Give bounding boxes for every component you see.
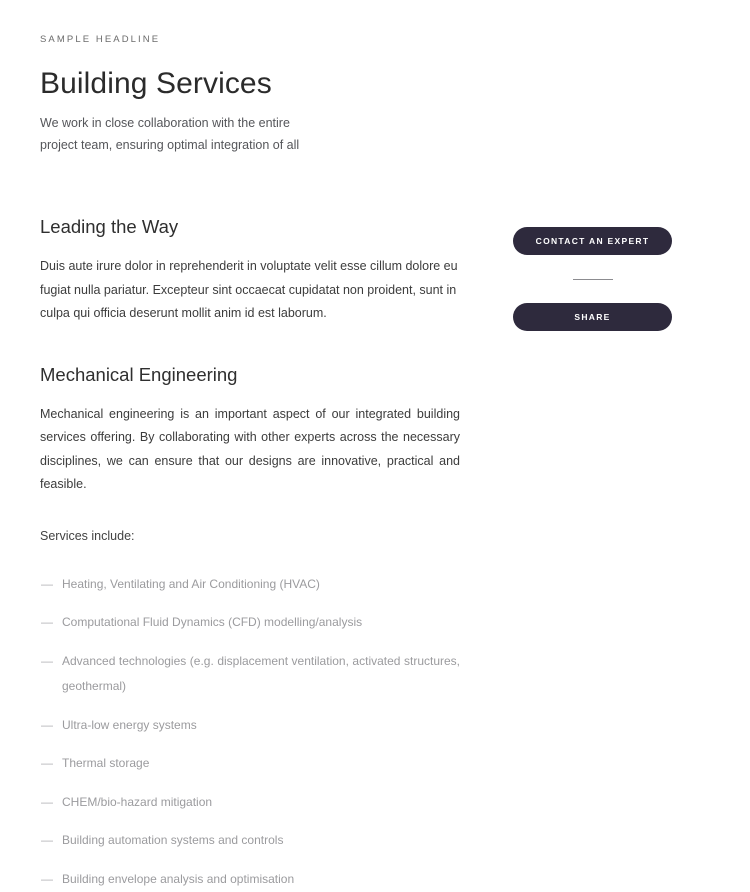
em-dash-icon: — [41, 751, 53, 777]
eyebrow-label: SAMPLE HEADLINE [40, 33, 460, 47]
em-dash-icon: — [41, 828, 53, 854]
em-dash-icon: — [41, 610, 53, 636]
em-dash-icon: — [41, 713, 53, 739]
section-paragraph-leading-the-way: Duis aute irure dolor in reprehenderit i… [40, 255, 460, 326]
services-intro-label: Services include: [40, 526, 460, 546]
main-content-column: SAMPLE HEADLINE Building Services We wor… [40, 0, 460, 892]
list-item: — CHEM/bio-hazard mitigation [40, 790, 460, 816]
list-item-label: Heating, Ventilating and Air Conditionin… [62, 577, 320, 591]
action-divider [573, 279, 613, 280]
services-list: — Heating, Ventilating and Air Conditioni… [40, 572, 460, 892]
em-dash-icon: — [41, 790, 53, 816]
section-paragraph-mechanical-engineering: Mechanical engineering is an important a… [40, 403, 460, 497]
list-item-label: Building automation systems and controls [62, 833, 283, 847]
list-item-label: Ultra-low energy systems [62, 718, 197, 732]
list-item: — Thermal storage [40, 751, 460, 777]
section-heading-mechanical-engineering: Mechanical Engineering [40, 362, 460, 388]
em-dash-icon: — [41, 572, 53, 598]
list-item: — Advanced technologies (e.g. displacemen… [40, 649, 460, 700]
list-item: — Building envelope analysis and optimisa… [40, 867, 460, 892]
list-item-label: CHEM/bio-hazard mitigation [62, 795, 212, 809]
em-dash-icon: — [41, 649, 53, 675]
list-item-label: Computational Fluid Dynamics (CFD) model… [62, 615, 362, 629]
contact-an-expert-button[interactable]: CONTACT AN EXPERT [513, 227, 672, 255]
list-item-label: Thermal storage [62, 756, 149, 770]
page-title: Building Services [40, 66, 460, 102]
section-heading-leading-the-way: Leading the Way [40, 214, 460, 240]
action-column: CONTACT AN EXPERT SHARE [513, 227, 672, 331]
page-root: SAMPLE HEADLINE Building Services We wor… [0, 0, 750, 836]
list-item: — Ultra-low energy systems [40, 713, 460, 739]
list-item: — Computational Fluid Dynamics (CFD) mode… [40, 610, 460, 636]
list-item-label: Advanced technologies (e.g. displacement… [62, 654, 460, 694]
list-item: — Building automation systems and control… [40, 828, 460, 854]
page-subtitle: We work in close collaboration with the … [40, 112, 300, 156]
list-item-label: Building envelope analysis and optimisat… [62, 872, 294, 886]
em-dash-icon: — [41, 867, 53, 892]
share-button[interactable]: SHARE [513, 303, 672, 331]
list-item: — Heating, Ventilating and Air Conditioni… [40, 572, 460, 598]
